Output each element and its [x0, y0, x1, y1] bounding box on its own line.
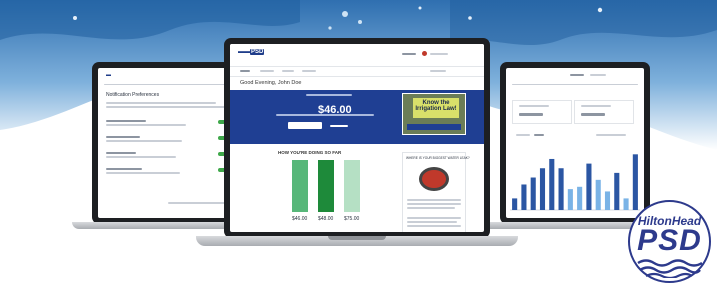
hilton-head-psd-logo: HiltonHead PSD — [628, 200, 713, 285]
usage-chart-bar — [549, 158, 555, 210]
center-laptop-screen: ▬▬PSD Good Evening, John Doe $46.00 Know… — [230, 44, 484, 232]
center-lang-button[interactable] — [430, 53, 448, 55]
marketing-hero-scene: ▬ Notification Preferences ▬▬PSD Good Ev… — [0, 0, 717, 288]
right-chart-tab[interactable] — [516, 134, 530, 136]
greeting-text: Good Evening, John Doe — [240, 80, 302, 86]
nav-billing[interactable] — [260, 70, 274, 72]
right-stat-card — [574, 100, 634, 124]
usage-chart-bar — [521, 184, 527, 210]
view-bill-link[interactable] — [330, 125, 348, 127]
bar-value-label: $75.00 — [344, 216, 360, 222]
right-chart-tab[interactable] — [534, 134, 544, 136]
usage-chart-bar — [577, 186, 583, 210]
leak-card-title: WHERE IS YOUR BIGGEST WATER LEAK? — [406, 156, 470, 160]
usage-chart-bar — [512, 198, 518, 210]
right-laptop-screen — [506, 68, 644, 218]
usage-chart-bar — [595, 179, 601, 210]
balance-amount: $46.00 — [318, 104, 352, 116]
banner-caption — [407, 124, 461, 130]
center-header: ▬▬PSD — [230, 44, 484, 67]
usage-chart-bar — [567, 189, 573, 210]
left-laptop-screen: ▬ Notification Preferences — [98, 68, 236, 218]
left-app-logo: ▬ — [106, 72, 111, 78]
banner-title: Know the Irrigation Law! — [413, 98, 459, 118]
water-meter-icon — [419, 167, 449, 191]
right-usage-chart — [510, 154, 640, 211]
left-desc-line — [106, 102, 216, 104]
center-app-logo[interactable]: ▬▬PSD — [238, 49, 265, 55]
flag-icon — [422, 51, 427, 56]
center-nav — [230, 66, 484, 77]
nav-logout[interactable] — [430, 70, 446, 72]
center-laptop-notch — [328, 236, 386, 240]
usage-chart-bar — [586, 163, 592, 210]
right-nav-divider — [512, 84, 638, 85]
center-user-menu[interactable] — [402, 53, 416, 55]
left-footer-line — [168, 202, 228, 204]
left-nav-divider — [104, 84, 230, 85]
usage-bar — [318, 160, 334, 212]
usage-chart-bar — [604, 191, 611, 210]
nav-usage[interactable] — [282, 70, 294, 72]
usage-bar — [344, 160, 360, 212]
bar-value-label: $46.00 — [292, 216, 308, 222]
left-laptop-lid: ▬ Notification Preferences — [92, 62, 242, 224]
right-chart-legend — [596, 134, 626, 136]
logo-main-text: PSD — [637, 224, 702, 257]
usage-chart-bar — [558, 168, 564, 210]
usage-bar — [292, 160, 308, 212]
left-page-title: Notification Preferences — [106, 92, 160, 98]
usage-chart-bar — [614, 172, 620, 210]
irrigation-law-banner[interactable]: Know the Irrigation Law! — [402, 93, 466, 135]
left-desc-line — [106, 106, 226, 108]
usage-bar-chart: $46.00 $48.00 $75.00 — [266, 160, 384, 228]
right-user-menu[interactable] — [570, 74, 584, 76]
usage-chart-bar — [539, 168, 546, 210]
water-leak-card[interactable]: WHERE IS YOUR BIGGEST WATER LEAK? — [402, 152, 470, 232]
usage-chart-bar — [530, 177, 536, 210]
bar-value-label: $48.00 — [318, 216, 334, 222]
right-lang-button[interactable] — [590, 74, 606, 76]
right-stat-card — [512, 100, 572, 124]
balance-label — [306, 94, 352, 96]
usage-panel-title: HOW YOU'RE DOING SO FAR — [278, 150, 342, 155]
make-payment-button[interactable] — [288, 122, 322, 129]
logo-waves-icon — [637, 259, 703, 278]
center-laptop-lid: ▬▬PSD Good Evening, John Doe $46.00 Know… — [224, 38, 490, 238]
nav-account[interactable] — [302, 70, 316, 72]
nav-home[interactable] — [240, 70, 250, 72]
